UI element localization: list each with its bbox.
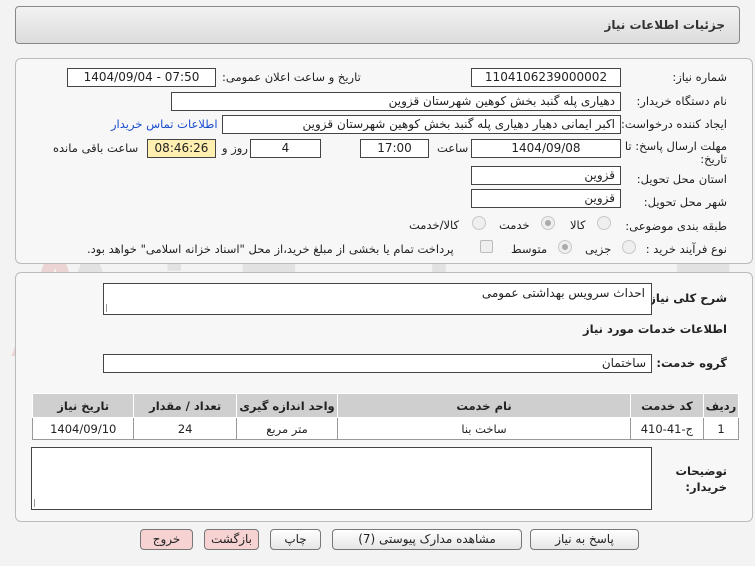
announce-label: تاریخ و ساعت اعلان عمومی: xyxy=(222,70,361,84)
buyer-contact-link[interactable]: اطلاعات تماس خریدار xyxy=(111,117,218,131)
exit-button[interactable]: خروج xyxy=(140,529,193,550)
col-need-date: تاریخ نیاز xyxy=(31,393,135,418)
buyer-notes-field[interactable] xyxy=(31,447,652,510)
cell-quantity: 24 xyxy=(133,417,237,440)
remaining-time-field: 08:46:26 xyxy=(147,139,216,158)
category-option-goods-service: کالا/خدمت xyxy=(409,218,460,232)
deadline-label-date: تاریخ: xyxy=(700,152,727,166)
col-row: ردیف xyxy=(702,393,740,418)
deadline-hour-field: 17:00 xyxy=(360,139,429,158)
need-number-label: شماره نیاز: xyxy=(672,70,727,84)
deadline-label: مهلت ارسال پاسخ: تا xyxy=(624,139,727,153)
services-table: ردیف کد خدمت نام خدمت واحد اندازه گیری ت… xyxy=(31,393,740,440)
deadline-date-field: 1404/09/08 xyxy=(471,139,621,158)
province-field: قزوین xyxy=(471,166,621,185)
col-service-code: کد خدمت xyxy=(629,393,704,418)
days-label: روز و xyxy=(222,141,248,155)
cell-service-name: ساخت بنا xyxy=(337,417,631,440)
creator-field: اکبر ایمانی دهیار دهیاری پله گنبد بخش کو… xyxy=(222,115,621,134)
category-radio-goods[interactable] xyxy=(597,216,611,230)
category-radio-goods-service[interactable] xyxy=(472,216,486,230)
city-label: شهر محل تحویل: xyxy=(643,195,727,209)
category-label: طبقه بندی موضوعی: xyxy=(625,219,727,233)
treasury-payment-checkbox[interactable] xyxy=(480,240,493,253)
creator-label: ایجاد کننده درخواست: xyxy=(621,117,727,131)
days-remaining-field: 4 xyxy=(250,139,321,158)
remaining-time-label: ساعت باقی مانده xyxy=(53,141,139,155)
announce-field: 1404/09/04 - 07:50 xyxy=(67,68,216,87)
page-header: جزئیات اطلاعات نیاز xyxy=(15,6,740,44)
cell-service-code: ج-41-410 xyxy=(629,417,704,440)
category-option-service: خدمت xyxy=(499,218,530,232)
buyer-notes-label: توضیحات xyxy=(675,464,728,478)
process-radio-minor[interactable] xyxy=(622,240,636,254)
process-option-minor: جزیی xyxy=(585,242,612,256)
province-label: استان محل تحویل: xyxy=(636,172,727,186)
print-button[interactable]: چاپ xyxy=(270,529,321,550)
summary-label: شرح کلی نیاز: xyxy=(644,291,727,305)
need-number-field: 1104106239000002 xyxy=(471,68,621,87)
col-service-name: نام خدمت xyxy=(337,393,631,418)
attachments-button[interactable]: مشاهده مدارک پیوستی (7) xyxy=(332,529,522,550)
process-label: نوع فرآیند خرید : xyxy=(645,242,727,256)
buyer-org-field: دهیاری پله گنبد بخش کوهین شهرستان قزوین xyxy=(171,92,621,111)
table-row: 1 ج-41-410 ساخت بنا متر مربع 24 1404/09/… xyxy=(31,417,740,440)
summary-text: احداث سرویس بهداشتی عمومی xyxy=(481,286,645,300)
cell-need-date: 1404/09/10 xyxy=(31,417,135,440)
city-field: قزوین xyxy=(471,189,621,208)
col-quantity: تعداد / مقدار xyxy=(133,393,237,418)
resize-handle-icon[interactable] xyxy=(106,304,114,312)
back-button[interactable]: بازگشت xyxy=(204,529,259,550)
buyer-notes-label-2: خریدار: xyxy=(685,480,727,494)
services-section-title: اطلاعات خدمات مورد نیاز xyxy=(583,322,727,336)
cell-unit: متر مربع xyxy=(235,417,339,440)
category-radio-service[interactable] xyxy=(541,216,555,230)
col-unit: واحد اندازه گیری xyxy=(235,393,339,418)
resize-handle-icon[interactable] xyxy=(34,499,42,507)
cell-row: 1 xyxy=(702,417,740,440)
need-info-panel xyxy=(15,58,753,264)
service-group-label: گروه خدمت: xyxy=(656,356,727,370)
summary-field: احداث سرویس بهداشتی عمومی xyxy=(103,283,652,315)
service-group-field: ساختمان xyxy=(103,354,652,373)
category-option-goods: کالا xyxy=(570,218,586,232)
reply-button[interactable]: پاسخ به نیاز xyxy=(530,529,639,550)
buyer-org-label: نام دستگاه خریدار: xyxy=(636,94,727,108)
deadline-hour-label: ساعت xyxy=(437,141,469,155)
treasury-payment-note: پرداخت تمام یا بخشی از مبلغ خرید،از محل … xyxy=(87,242,454,256)
process-option-medium: متوسط xyxy=(511,242,548,256)
process-radio-medium[interactable] xyxy=(558,240,572,254)
page-title: جزئیات اطلاعات نیاز xyxy=(604,18,725,32)
